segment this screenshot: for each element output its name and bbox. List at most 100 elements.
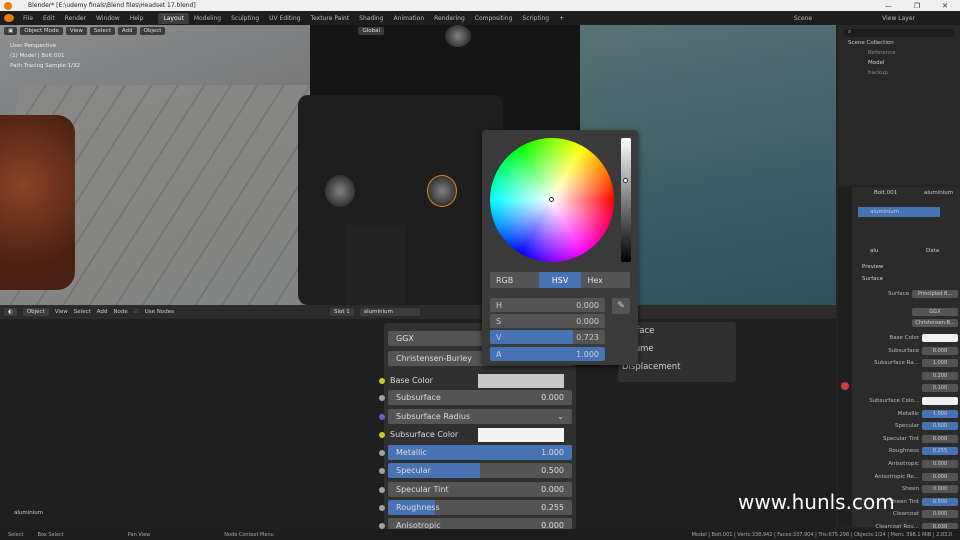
value-slider[interactable] [621, 138, 631, 262]
roughness-slider[interactable]: Roughness 0.255 [379, 500, 572, 515]
property-row[interactable]: Anisotropic Ro... 0.000 [854, 472, 958, 482]
property-row[interactable]: 0.100 [854, 383, 958, 393]
use-nodes-checkbox[interactable]: ☑ [134, 309, 139, 315]
property-row[interactable]: 0.200 [854, 371, 958, 381]
property-row[interactable]: Anisotropic 0.000 [854, 459, 958, 469]
tab-animation[interactable]: Animation [389, 13, 430, 24]
subsurface-field[interactable]: Subsurface 0.000 [379, 390, 572, 405]
preview-section[interactable]: Preview [862, 264, 883, 270]
eyedropper-icon[interactable]: ✎ [612, 298, 630, 314]
property-value-field[interactable]: 0.500 [922, 497, 958, 506]
alpha-field[interactable]: A 1.000 [490, 347, 605, 361]
property-row[interactable]: Roughness 0.255 [854, 446, 958, 456]
add-workspace-icon[interactable]: + [554, 15, 569, 22]
property-value-field[interactable]: 0.255 [922, 447, 958, 456]
property-value-field[interactable]: 0.100 [922, 384, 958, 393]
tab-hsv[interactable]: HSV [538, 272, 582, 288]
property-value-field[interactable]: 0.000 [922, 346, 958, 355]
metallic-slider[interactable]: Metallic 1.000 [379, 445, 572, 460]
3d-viewport[interactable] [0, 25, 836, 305]
menu-view[interactable]: View [65, 27, 87, 35]
menu-file[interactable]: File [18, 15, 38, 22]
material-name-field[interactable]: aluminium [359, 308, 420, 316]
selected-bolt-mesh[interactable] [427, 175, 457, 207]
minimize-button[interactable]: — [885, 2, 892, 10]
slot-dropdown[interactable]: Slot 1 [329, 308, 354, 316]
object-mode-dropdown[interactable]: Object Mode [20, 27, 63, 35]
property-row[interactable]: Base Color [854, 333, 958, 343]
tab-texture-paint[interactable]: Texture Paint [305, 13, 354, 24]
maximize-button[interactable]: ❐ [914, 2, 920, 10]
property-value-field[interactable]: 0.000 [922, 460, 958, 468]
subsurface-color-socket[interactable] [379, 432, 385, 438]
property-value-field[interactable] [922, 397, 958, 405]
property-row[interactable]: Metallic 1.000 [854, 409, 958, 419]
scene-selector[interactable]: Scene [789, 15, 817, 22]
menu-render[interactable]: Render [60, 15, 91, 22]
color-picker-popup[interactable]: RGB HSV Hex H 0.000 S 0.000 V 0.723 A 1.000 … [482, 130, 638, 365]
material-name-field[interactable]: alu [870, 248, 878, 254]
menu-object[interactable]: Object [139, 27, 166, 35]
tab-modeling[interactable]: Modeling [189, 13, 226, 24]
outliner-item-model[interactable]: Model [868, 60, 885, 66]
tab-rendering[interactable]: Rendering [429, 13, 470, 24]
specular-tint-socket[interactable] [379, 487, 385, 493]
tab-scripting[interactable]: Scripting [517, 13, 554, 24]
menu-select[interactable]: Select [89, 27, 115, 35]
subsurface-color-swatch[interactable] [478, 427, 564, 442]
property-value-field[interactable]: 0.000 [922, 485, 958, 494]
tab-hex[interactable]: Hex [581, 272, 631, 288]
data-link-dropdown[interactable]: Data [926, 248, 939, 254]
subsurface-method-row[interactable]: Christensen-B... [854, 318, 958, 328]
subsurface-color-row[interactable]: Subsurface Color [379, 427, 572, 442]
property-row[interactable]: Specular 0.500 [854, 421, 958, 431]
menu-help[interactable]: Help [125, 15, 149, 22]
blender-menu-icon[interactable] [4, 14, 14, 22]
base-color-socket[interactable] [379, 378, 385, 384]
outliner-search-input[interactable]: ⌕ [844, 29, 954, 37]
surface-section[interactable]: Surface [862, 276, 883, 282]
saturation-field[interactable]: S 0.000 [490, 314, 605, 328]
roughness-socket[interactable] [379, 505, 385, 511]
property-row[interactable]: Subsurface Ra... 1.000 [854, 358, 958, 368]
property-row[interactable]: Subsurface 0.000 [854, 346, 958, 356]
menu-edit[interactable]: Edit [38, 15, 60, 22]
material-tab-icon[interactable] [841, 382, 849, 390]
subsurface-radius-dropdown[interactable]: Subsurface Radius ⌄ [379, 409, 572, 424]
property-row[interactable]: Subsurface Colo... [854, 396, 958, 406]
node-menu-node[interactable]: Node [113, 309, 127, 315]
node-menu-select[interactable]: Select [74, 309, 91, 315]
hue-field[interactable]: H 0.000 [490, 298, 605, 312]
menu-window[interactable]: Window [91, 15, 125, 22]
tab-layout[interactable]: Layout [158, 12, 189, 24]
editor-type-icon[interactable]: ▣ [4, 27, 18, 35]
node-editor-type-icon[interactable]: ◐ [4, 308, 17, 316]
property-value-field[interactable]: 0.000 [922, 510, 958, 519]
distribution-row[interactable]: GGX [854, 307, 958, 317]
tab-shading[interactable]: Shading [354, 13, 388, 24]
property-value-field[interactable]: 0.000 [922, 472, 958, 481]
tab-compositing[interactable]: Compositing [470, 13, 518, 24]
specular-socket[interactable] [379, 468, 385, 474]
properties-tabs[interactable] [838, 187, 852, 527]
property-value-field[interactable]: 0.200 [922, 371, 958, 380]
tab-rgb[interactable]: RGB [490, 272, 539, 288]
property-value-field[interactable]: 0.500 [922, 422, 958, 431]
tab-sculpting[interactable]: Sculpting [226, 13, 264, 24]
color-wheel[interactable] [490, 138, 614, 262]
value-slider-handle[interactable] [623, 178, 628, 183]
outliner-item-reference[interactable]: Reference [868, 50, 896, 56]
view-layer-selector[interactable]: View Layer [877, 15, 920, 22]
menu-add[interactable]: Add [117, 27, 137, 35]
node-object-dropdown[interactable]: Object [22, 308, 49, 316]
base-color-row[interactable]: Base Color [379, 373, 572, 388]
property-value-field[interactable] [922, 334, 958, 342]
metallic-socket[interactable] [379, 450, 385, 456]
subsurface-radius-socket[interactable] [379, 414, 385, 420]
property-value-field[interactable]: 1.000 [922, 409, 958, 418]
tab-uv-editing[interactable]: UV Editing [264, 13, 305, 24]
transform-orientation-dropdown[interactable]: Global [358, 27, 385, 35]
node-menu-add[interactable]: Add [97, 309, 108, 315]
node-menu-view[interactable]: View [55, 309, 68, 315]
material-slot-item[interactable]: aluminium [858, 207, 940, 217]
